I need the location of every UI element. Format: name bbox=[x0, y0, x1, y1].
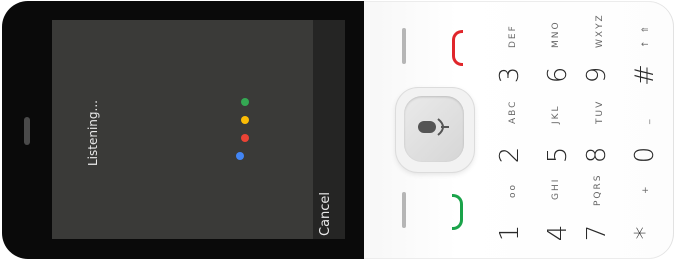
key-7-digit[interactable]: 7 bbox=[582, 220, 612, 246]
left-softkey[interactable] bbox=[402, 28, 406, 64]
key-9-letters: WXYZ bbox=[595, 13, 605, 48]
key-6-digit[interactable]: 6 bbox=[543, 62, 573, 88]
key-0-letters: _ bbox=[641, 117, 651, 125]
key-3-letters: DEF bbox=[508, 24, 518, 48]
key-1-digit[interactable]: 1 bbox=[495, 220, 525, 246]
key-8-letters: TUV bbox=[595, 99, 605, 124]
end-key-red[interactable] bbox=[452, 30, 463, 66]
key-0-digit[interactable]: 0 bbox=[630, 142, 660, 168]
earpiece bbox=[24, 117, 30, 145]
key-4-letters: GHI bbox=[551, 177, 561, 200]
microphone-icon bbox=[418, 118, 449, 136]
key-8-digit[interactable]: 8 bbox=[582, 142, 612, 168]
cancel-softkey-label[interactable]: Cancel bbox=[318, 192, 333, 236]
key-3-digit[interactable]: 3 bbox=[495, 62, 525, 88]
key-hash-digit[interactable]: # bbox=[630, 62, 660, 88]
right-softkey[interactable] bbox=[402, 192, 406, 228]
assistant-dot-red bbox=[241, 134, 249, 142]
key-5-letters: JKL bbox=[551, 104, 561, 124]
assistant-dot-blue bbox=[236, 152, 244, 160]
key-star-digit[interactable]: * bbox=[630, 220, 660, 246]
assistant-dot-yellow bbox=[241, 116, 249, 124]
key-1-letters: oo bbox=[508, 182, 518, 198]
key-star-letters: + bbox=[641, 184, 651, 194]
key-hash-letters: ↑ ⇑ bbox=[641, 24, 651, 48]
key-9-digit[interactable]: 9 bbox=[582, 62, 612, 88]
key-7-letters: PQRS bbox=[593, 173, 603, 206]
listening-status: Listening... bbox=[86, 100, 100, 166]
key-5-digit[interactable]: 5 bbox=[543, 142, 573, 168]
call-key-green[interactable] bbox=[452, 194, 463, 230]
key-2-letters: ABC bbox=[508, 99, 518, 124]
key-4-digit[interactable]: 4 bbox=[543, 220, 573, 246]
assistant-dot-green bbox=[241, 98, 249, 106]
key-2-digit[interactable]: 2 bbox=[495, 142, 525, 168]
key-6-letters: MNO bbox=[551, 20, 561, 48]
